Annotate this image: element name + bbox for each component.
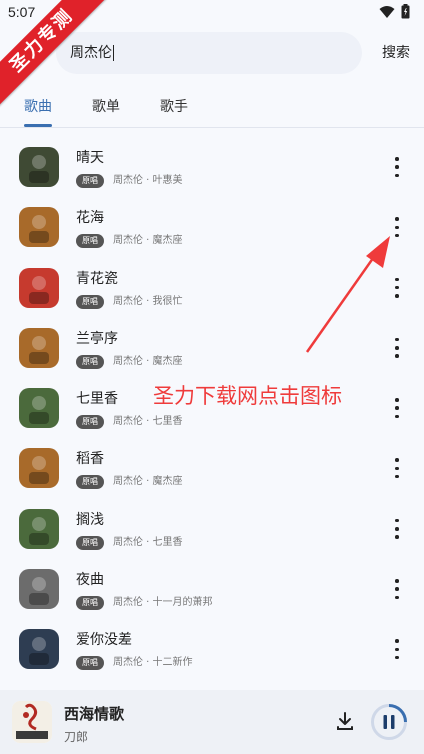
song-artist-album: 周杰伦 · 魔杰座 <box>113 476 183 488</box>
original-badge: 原唱 <box>76 415 104 430</box>
song-artist-album: 周杰伦 · 我很忙 <box>113 295 183 307</box>
more-options-icon[interactable] <box>390 217 404 238</box>
original-badge: 原唱 <box>76 535 104 550</box>
song-title: 青花瓷 <box>76 270 118 287</box>
more-options-icon[interactable] <box>390 277 404 298</box>
song-row[interactable]: 青花瓷原唱 周杰伦 · 我很忙 <box>0 258 424 318</box>
song-title: 兰亭序 <box>76 330 118 347</box>
more-options-icon[interactable] <box>390 157 404 177</box>
song-cover <box>19 448 59 489</box>
mini-player[interactable]: 西海情歌 刀郎 <box>0 690 424 754</box>
download-icon[interactable] <box>334 710 356 732</box>
song-cover <box>19 508 59 549</box>
original-badge: 原唱 <box>76 294 104 309</box>
status-icons <box>379 4 410 19</box>
song-row[interactable]: 花海原唱 周杰伦 · 魔杰座 <box>0 197 424 257</box>
song-title: 搁浅 <box>76 511 104 528</box>
album-art-icon <box>12 701 52 743</box>
search-input[interactable]: 周杰伦 <box>56 32 362 74</box>
tab-bar: 歌曲 歌单 歌手 <box>0 88 424 128</box>
search-button[interactable]: 搜索 <box>382 42 410 62</box>
text-cursor <box>113 45 114 61</box>
song-cover <box>19 388 59 429</box>
player-cover[interactable] <box>12 701 52 743</box>
song-title: 晴天 <box>76 150 104 166</box>
original-badge: 原唱 <box>76 596 104 611</box>
song-cover <box>19 147 59 187</box>
annotation-text: 圣力下载网点击图标 <box>153 384 342 408</box>
song-row[interactable]: 夜曲原唱 周杰伦 · 十一月的萧邦 <box>0 559 424 619</box>
song-artist-album: 周杰伦 · 魔杰座 <box>113 355 183 367</box>
battery-icon <box>401 4 410 19</box>
song-title: 夜曲 <box>76 572 104 589</box>
original-badge: 原唱 <box>76 656 104 671</box>
tab-playlists[interactable]: 歌单 <box>92 96 120 116</box>
song-title: 花海 <box>76 210 104 227</box>
tab-songs[interactable]: 歌曲 <box>24 96 52 116</box>
status-time: 5:07 <box>8 4 36 20</box>
more-options-icon[interactable] <box>390 337 404 358</box>
song-artist-album: 周杰伦 · 魔杰座 <box>113 235 183 247</box>
original-badge: 原唱 <box>76 354 104 369</box>
more-options-icon[interactable] <box>390 579 404 600</box>
more-options-icon[interactable] <box>390 518 404 539</box>
song-row[interactable]: 兰亭序原唱 周杰伦 · 魔杰座 <box>0 318 424 378</box>
tabs-divider <box>0 127 424 128</box>
song-artist-album: 周杰伦 · 七里香 <box>113 536 183 548</box>
player-song-title: 西海情歌 <box>64 705 125 723</box>
song-cover <box>19 629 59 670</box>
song-row[interactable]: 晴天原唱 周杰伦 · 叶惠美 <box>0 137 424 197</box>
song-cover <box>19 569 59 610</box>
original-badge: 原唱 <box>76 174 104 188</box>
song-artist-album: 周杰伦 · 七里香 <box>113 416 183 428</box>
original-badge: 原唱 <box>76 234 104 249</box>
search-query: 周杰伦 <box>70 45 112 61</box>
more-options-icon[interactable] <box>390 458 404 479</box>
more-options-icon[interactable] <box>390 639 404 660</box>
song-row[interactable]: 稻香原唱 周杰伦 · 魔杰座 <box>0 438 424 498</box>
song-artist-album: 周杰伦 · 叶惠美 <box>113 175 183 186</box>
song-row[interactable]: 搁浅原唱 周杰伦 · 七里香 <box>0 499 424 559</box>
song-artist-album: 周杰伦 · 十二新作 <box>113 657 193 669</box>
song-title: 稻香 <box>76 451 104 468</box>
tab-singers[interactable]: 歌手 <box>160 96 188 116</box>
pause-button-icon[interactable] <box>370 703 408 741</box>
song-cover <box>19 327 59 368</box>
more-options-icon[interactable] <box>390 398 404 419</box>
wifi-icon <box>379 5 395 18</box>
song-row[interactable]: 爱你没差原唱 周杰伦 · 十二新作 <box>0 619 424 679</box>
original-badge: 原唱 <box>76 475 104 490</box>
song-artist-album: 周杰伦 · 十一月的萧邦 <box>113 597 213 609</box>
song-title: 爱你没差 <box>76 632 132 649</box>
song-cover <box>19 207 59 248</box>
song-cover <box>19 267 59 308</box>
player-artist: 刀郎 <box>64 730 89 744</box>
song-title: 七里香 <box>76 391 118 408</box>
